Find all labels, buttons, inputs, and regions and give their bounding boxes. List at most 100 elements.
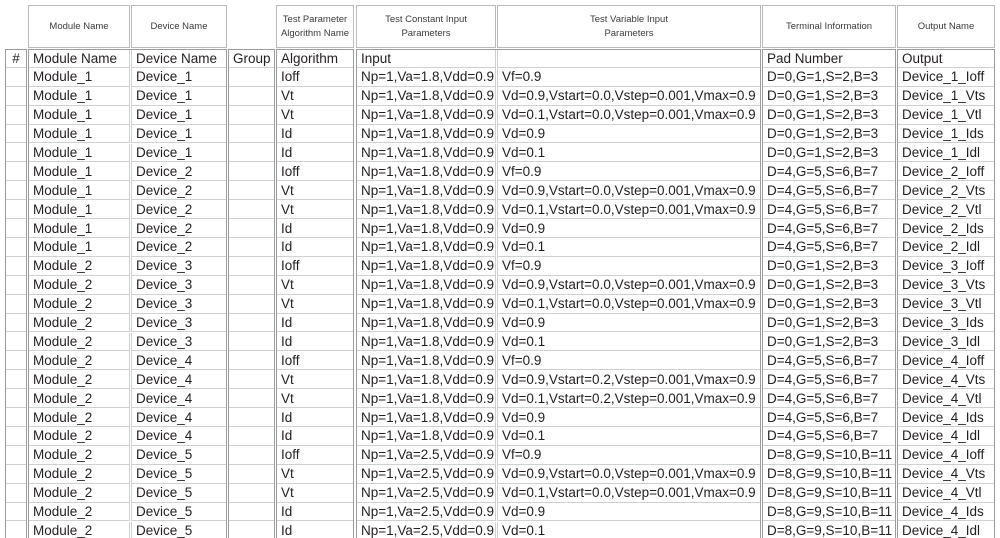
cell-input[interactable]: Np=1,Va=1.8,Vdd=0.9 (356, 124, 496, 144)
cell-module-name[interactable]: Module_1 (28, 67, 130, 87)
cell-pad-number[interactable]: D=8,G=9,S=10,B=11 (762, 483, 896, 503)
cell-module-name[interactable]: Module_2 (28, 502, 130, 522)
cell-input[interactable]: Np=1,Va=1.8,Vdd=0.9 (356, 351, 496, 371)
cell-algorithm[interactable]: Id (276, 313, 354, 333)
cell-output[interactable]: Device_2_Vtl (897, 200, 995, 220)
cell-module-name[interactable]: Module_2 (28, 313, 130, 333)
cell-output[interactable]: Device_2_Vts (897, 181, 995, 201)
cell-algorithm[interactable]: Id (276, 427, 354, 446)
cell-group[interactable] (228, 445, 275, 465)
cell-input[interactable]: Np=1,Va=2.5,Vdd=0.9 (356, 483, 496, 503)
cell-input[interactable]: Np=1,Va=2.5,Vdd=0.9 (356, 521, 496, 538)
cell-algorithm[interactable]: Id (276, 502, 354, 522)
cell-variable-input[interactable]: Vd=0.9,Vstart=0.0,Vstep=0.001,Vmax=0.9 (497, 181, 761, 201)
cell-group[interactable] (228, 351, 275, 371)
cell-output[interactable]: Device_4_Idl (897, 427, 995, 446)
cell-device-name[interactable]: Device_1 (131, 67, 227, 87)
cell-pad-number[interactable]: D=4,G=5,S=6,B=7 (762, 351, 896, 371)
group-header-test-constant[interactable]: Test Constant Input Parameters (356, 5, 496, 48)
cell-device-name[interactable]: Device_2 (131, 238, 227, 257)
column-header-group[interactable]: Group (228, 49, 275, 68)
cell-algorithm[interactable]: Vt (276, 275, 354, 295)
cell-input[interactable]: Np=1,Va=1.8,Vdd=0.9 (356, 294, 496, 314)
cell-device-name[interactable]: Device_2 (131, 162, 227, 182)
cell-input[interactable]: Np=1,Va=1.8,Vdd=0.9 (356, 67, 496, 87)
cell-index[interactable] (5, 370, 27, 390)
cell-output[interactable]: Device_4_Vts (897, 370, 995, 390)
cell-input[interactable]: Np=1,Va=1.8,Vdd=0.9 (356, 275, 496, 295)
cell-variable-input[interactable]: Vd=0.1 (497, 427, 761, 446)
cell-group[interactable] (228, 389, 275, 409)
cell-index[interactable] (5, 275, 27, 295)
cell-index[interactable] (5, 162, 27, 182)
cell-variable-input[interactable]: Vf=0.9 (497, 256, 761, 276)
cell-variable-input[interactable]: Vf=0.9 (497, 162, 761, 182)
column-header-variable-input[interactable] (497, 49, 761, 68)
cell-output[interactable]: Device_3_Ids (897, 313, 995, 333)
cell-pad-number[interactable]: D=8,G=9,S=10,B=11 (762, 464, 896, 484)
cell-variable-input[interactable]: Vd=0.9 (497, 313, 761, 333)
cell-algorithm[interactable]: Vt (276, 370, 354, 390)
cell-index[interactable] (5, 464, 27, 484)
cell-index[interactable] (5, 483, 27, 503)
cell-module-name[interactable]: Module_2 (28, 483, 130, 503)
cell-algorithm[interactable]: Ioff (276, 67, 354, 87)
cell-group[interactable] (228, 162, 275, 182)
cell-device-name[interactable]: Device_5 (131, 464, 227, 484)
cell-variable-input[interactable]: Vd=0.1 (497, 238, 761, 257)
cell-variable-input[interactable]: Vd=0.1,Vstart=0.0,Vstep=0.001,Vmax=0.9 (497, 294, 761, 314)
cell-input[interactable]: Np=1,Va=1.8,Vdd=0.9 (356, 313, 496, 333)
cell-variable-input[interactable]: Vd=0.9 (497, 219, 761, 238)
column-header-device-name[interactable]: Device Name (131, 49, 227, 68)
cell-pad-number[interactable]: D=8,G=9,S=10,B=11 (762, 502, 896, 522)
cell-algorithm[interactable]: Id (276, 143, 354, 163)
cell-algorithm[interactable]: Vt (276, 105, 354, 125)
cell-pad-number[interactable]: D=4,G=5,S=6,B=7 (762, 162, 896, 182)
cell-module-name[interactable]: Module_2 (28, 408, 130, 427)
cell-device-name[interactable]: Device_2 (131, 181, 227, 201)
cell-pad-number[interactable]: D=0,G=1,S=2,B=3 (762, 313, 896, 333)
cell-output[interactable]: Device_4_Idl (897, 521, 995, 538)
cell-device-name[interactable]: Device_4 (131, 427, 227, 446)
cell-module-name[interactable]: Module_2 (28, 351, 130, 371)
cell-pad-number[interactable]: D=0,G=1,S=2,B=3 (762, 67, 896, 87)
cell-index[interactable] (5, 332, 27, 352)
column-header-input[interactable]: Input (356, 49, 496, 68)
cell-module-name[interactable]: Module_2 (28, 370, 130, 390)
cell-algorithm[interactable]: Vt (276, 389, 354, 409)
group-header-terminal-info[interactable]: Terminal Information (762, 5, 896, 48)
cell-module-name[interactable]: Module_2 (28, 464, 130, 484)
cell-index[interactable] (5, 200, 27, 220)
cell-device-name[interactable]: Device_3 (131, 256, 227, 276)
cell-group[interactable] (228, 275, 275, 295)
cell-group[interactable] (228, 238, 275, 257)
cell-device-name[interactable]: Device_4 (131, 389, 227, 409)
cell-algorithm[interactable]: Ioff (276, 256, 354, 276)
cell-algorithm[interactable]: Ioff (276, 162, 354, 182)
cell-group[interactable] (228, 427, 275, 446)
cell-group[interactable] (228, 502, 275, 522)
cell-variable-input[interactable]: Vd=0.9 (497, 408, 761, 427)
cell-index[interactable] (5, 143, 27, 163)
cell-module-name[interactable]: Module_2 (28, 256, 130, 276)
cell-variable-input[interactable]: Vf=0.9 (497, 445, 761, 465)
cell-input[interactable]: Np=1,Va=1.8,Vdd=0.9 (356, 181, 496, 201)
cell-group[interactable] (228, 370, 275, 390)
cell-group[interactable] (228, 464, 275, 484)
cell-pad-number[interactable]: D=4,G=5,S=6,B=7 (762, 370, 896, 390)
cell-module-name[interactable]: Module_1 (28, 143, 130, 163)
cell-variable-input[interactable]: Vd=0.9 (497, 124, 761, 144)
cell-pad-number[interactable]: D=4,G=5,S=6,B=7 (762, 238, 896, 257)
cell-device-name[interactable]: Device_5 (131, 483, 227, 503)
cell-group[interactable] (228, 143, 275, 163)
cell-module-name[interactable]: Module_1 (28, 219, 130, 238)
cell-module-name[interactable]: Module_1 (28, 86, 130, 106)
cell-algorithm[interactable]: Vt (276, 294, 354, 314)
group-header-output-name[interactable]: Output Name (897, 5, 995, 48)
cell-output[interactable]: Device_4_Vts (897, 464, 995, 484)
cell-index[interactable] (5, 521, 27, 538)
cell-group[interactable] (228, 256, 275, 276)
cell-module-name[interactable]: Module_2 (28, 332, 130, 352)
cell-variable-input[interactable]: Vd=0.1,Vstart=0.2,Vstep=0.001,Vmax=0.9 (497, 389, 761, 409)
cell-group[interactable] (228, 181, 275, 201)
